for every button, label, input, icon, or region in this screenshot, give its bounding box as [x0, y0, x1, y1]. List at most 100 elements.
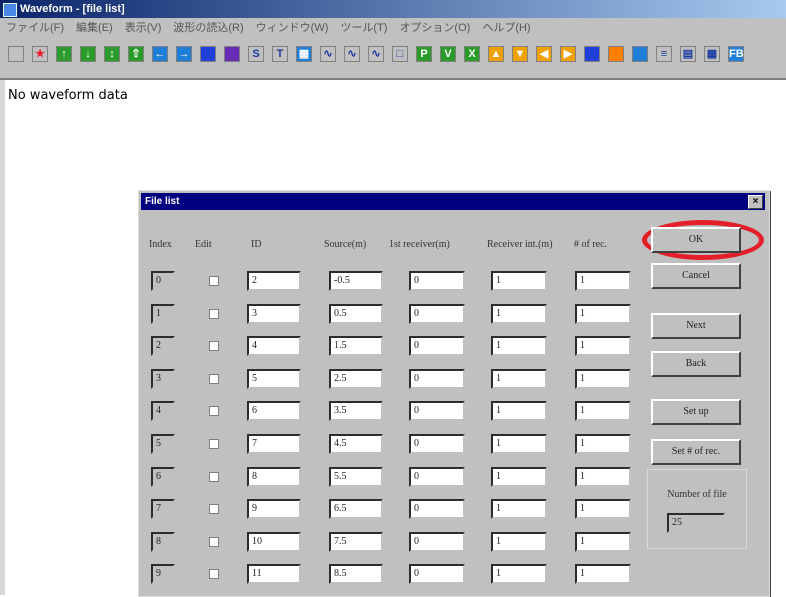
source-field[interactable]: 0.5: [329, 304, 383, 324]
first-receiver-field[interactable]: 0: [409, 564, 465, 584]
receiver-count-field[interactable]: 1: [575, 304, 631, 324]
source-field[interactable]: 2.5: [329, 369, 383, 389]
arrow-up-icon[interactable]: ↑: [56, 46, 72, 62]
grid2-icon[interactable]: ▦: [704, 46, 720, 62]
receiver-count-field[interactable]: 1: [575, 564, 631, 584]
arrow-updown-icon[interactable]: ↕: [104, 46, 120, 62]
edit-checkbox[interactable]: [209, 537, 219, 547]
id-field[interactable]: 9: [247, 499, 301, 519]
id-field[interactable]: 8: [247, 467, 301, 487]
receiver-count-field[interactable]: 1: [575, 434, 631, 454]
source-field[interactable]: 6.5: [329, 499, 383, 519]
first-receiver-field[interactable]: 0: [409, 271, 465, 291]
edit-checkbox[interactable]: [209, 309, 219, 319]
page-icon[interactable]: □: [392, 46, 408, 62]
menu-item[interactable]: ヘルプ(H): [476, 18, 536, 38]
menu-item[interactable]: ウィンドウ(W): [250, 18, 335, 38]
first-receiver-field[interactable]: 0: [409, 304, 465, 324]
fb-icon[interactable]: FB: [728, 46, 744, 62]
receiver-interval-field[interactable]: 1: [491, 434, 547, 454]
receiver-count-field[interactable]: 1: [575, 271, 631, 291]
wave-marker-icon[interactable]: ∿: [344, 46, 360, 62]
id-field[interactable]: 10: [247, 532, 301, 552]
first-receiver-field[interactable]: 0: [409, 369, 465, 389]
receiver-interval-field[interactable]: 1: [491, 467, 547, 487]
receiver-interval-field[interactable]: 1: [491, 304, 547, 324]
receiver-interval-field[interactable]: 1: [491, 532, 547, 552]
dialog-title-bar[interactable]: File list ×: [141, 193, 765, 210]
set-count-button[interactable]: Set # of rec.: [651, 439, 741, 465]
close-icon[interactable]: ×: [748, 195, 763, 209]
v-icon[interactable]: V: [440, 46, 456, 62]
receiver-interval-field[interactable]: 1: [491, 401, 547, 421]
triangle-left-icon[interactable]: ◀: [536, 46, 552, 62]
p-icon[interactable]: P: [416, 46, 432, 62]
first-receiver-field[interactable]: 0: [409, 434, 465, 454]
source-field[interactable]: 5.5: [329, 467, 383, 487]
source-field[interactable]: 7.5: [329, 532, 383, 552]
ok-button[interactable]: OK: [651, 227, 741, 253]
new-icon[interactable]: [8, 46, 24, 62]
back-button[interactable]: Back: [651, 351, 741, 377]
arrow-right-icon[interactable]: →: [176, 46, 192, 62]
arrow-up2-icon[interactable]: ⇧: [128, 46, 144, 62]
menu-item[interactable]: 波形の読込(R): [167, 18, 249, 38]
arrow-down-icon[interactable]: ↓: [80, 46, 96, 62]
id-field[interactable]: 5: [247, 369, 301, 389]
edit-checkbox[interactable]: [209, 504, 219, 514]
first-receiver-field[interactable]: 0: [409, 499, 465, 519]
next-button[interactable]: Next: [651, 313, 741, 339]
menu-item[interactable]: 編集(E): [70, 18, 119, 38]
setup-button[interactable]: Set up: [651, 399, 741, 425]
edit-checkbox[interactable]: [209, 276, 219, 286]
menu-item[interactable]: オプション(O): [393, 18, 476, 38]
source-field[interactable]: -0.5: [329, 271, 383, 291]
receiver-interval-field[interactable]: 1: [491, 369, 547, 389]
first-receiver-field[interactable]: 0: [409, 467, 465, 487]
id-field[interactable]: 11: [247, 564, 301, 584]
menu-item[interactable]: ファイル(F): [0, 18, 70, 38]
receiver-interval-field[interactable]: 1: [491, 271, 547, 291]
edit-checkbox[interactable]: [209, 569, 219, 579]
receiver-count-field[interactable]: 1: [575, 369, 631, 389]
table-icon[interactable]: ▤: [680, 46, 696, 62]
first-receiver-field[interactable]: 0: [409, 336, 465, 356]
receiver-count-field[interactable]: 1: [575, 401, 631, 421]
triangle-down-icon[interactable]: ▼: [512, 46, 528, 62]
wave-alt-icon[interactable]: ∿: [368, 46, 384, 62]
arrow-left-icon[interactable]: ←: [152, 46, 168, 62]
id-field[interactable]: 2: [247, 271, 301, 291]
grid-icon[interactable]: ▦: [296, 46, 312, 62]
lines-icon[interactable]: ≡: [656, 46, 672, 62]
first-receiver-field[interactable]: 0: [409, 532, 465, 552]
receiver-count-field[interactable]: 1: [575, 336, 631, 356]
rainbow-icon[interactable]: [608, 46, 624, 62]
receiver-count-field[interactable]: 1: [575, 499, 631, 519]
edit-checkbox[interactable]: [209, 341, 219, 351]
x-icon[interactable]: X: [464, 46, 480, 62]
first-receiver-field[interactable]: 0: [409, 401, 465, 421]
color-bars-icon[interactable]: [584, 46, 600, 62]
t-icon[interactable]: T: [272, 46, 288, 62]
menu-item[interactable]: ツール(T): [334, 18, 393, 38]
receiver-interval-field[interactable]: 1: [491, 564, 547, 584]
source-field[interactable]: 3.5: [329, 401, 383, 421]
stripes-icon[interactable]: [632, 46, 648, 62]
edit-checkbox[interactable]: [209, 406, 219, 416]
source-field[interactable]: 8.5: [329, 564, 383, 584]
source-field[interactable]: 4.5: [329, 434, 383, 454]
blue-block-icon[interactable]: [200, 46, 216, 62]
triangle-right-icon[interactable]: ▶: [560, 46, 576, 62]
edit-checkbox[interactable]: [209, 439, 219, 449]
cancel-button[interactable]: Cancel: [651, 263, 741, 289]
receiver-interval-field[interactable]: 1: [491, 499, 547, 519]
s-icon[interactable]: S: [248, 46, 264, 62]
receiver-count-field[interactable]: 1: [575, 467, 631, 487]
star-icon[interactable]: ★: [32, 46, 48, 62]
purple-block-icon[interactable]: [224, 46, 240, 62]
id-field[interactable]: 6: [247, 401, 301, 421]
source-field[interactable]: 1.5: [329, 336, 383, 356]
edit-checkbox[interactable]: [209, 472, 219, 482]
menu-item[interactable]: 表示(V): [119, 18, 168, 38]
id-field[interactable]: 3: [247, 304, 301, 324]
